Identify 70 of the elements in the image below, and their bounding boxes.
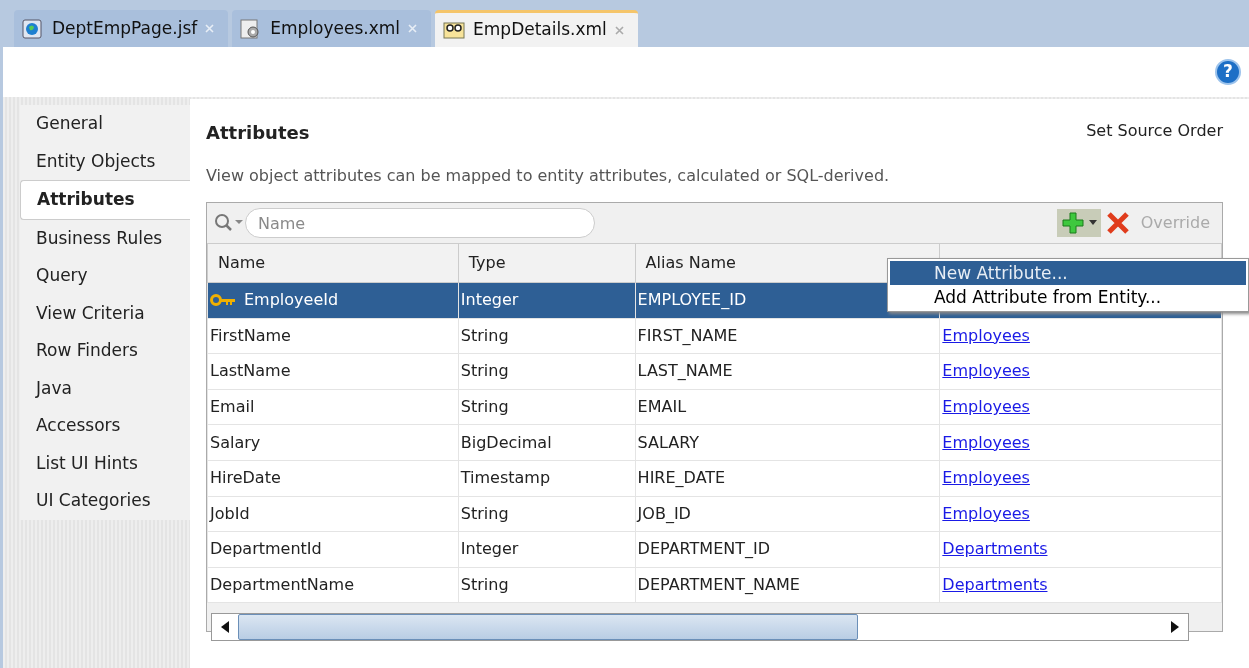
table-cell: Integer: [460, 539, 519, 559]
table-cell-text: EmployeeId: [244, 288, 339, 311]
column-header[interactable]: Type: [458, 243, 636, 283]
menu-item[interactable]: Add Attribute from Entity...: [890, 285, 1246, 310]
editor-tab[interactable]: DeptEmpPage.jsf: [14, 10, 229, 47]
menu-item[interactable]: New Attribute...: [890, 261, 1246, 286]
table-cell: String: [460, 503, 509, 523]
table-cell-text: DepartmentName: [210, 574, 355, 597]
table-cell: EMPLOYEE_ID: [637, 290, 747, 310]
scrollbar-thumb[interactable]: [238, 614, 858, 641]
table-cell: DEPARTMENT_ID: [637, 539, 771, 559]
sidebar-item[interactable]: Query: [20, 257, 190, 295]
add-button[interactable]: [1056, 209, 1101, 237]
table-cell-text: Email: [210, 396, 255, 419]
table-cell: SALARY: [637, 432, 700, 452]
sidebar-item[interactable]: Business Rules: [20, 219, 190, 257]
search-field[interactable]: Name: [245, 208, 595, 238]
table-cell: HIRE_DATE: [637, 468, 726, 488]
tab-label: DeptEmpPage.jsf: [52, 16, 198, 40]
table-cell: Timestamp: [460, 468, 551, 488]
sidebar-item[interactable]: General: [20, 105, 190, 143]
sidebar-item[interactable]: Accessors: [20, 407, 190, 445]
table-cell-text: JobId: [210, 502, 250, 525]
table-cell: EMAIL: [637, 397, 687, 417]
table-cell-text: Salary: [210, 431, 261, 454]
table-cell: BigDecimal: [460, 432, 552, 452]
sidebar-item[interactable]: Entity Objects: [20, 142, 190, 180]
set-source-order-link[interactable]: Set Source Order: [1086, 119, 1223, 146]
table-cell: FIRST_NAME: [637, 325, 738, 345]
table-cell: String: [460, 325, 509, 345]
entity-link[interactable]: Employees: [942, 397, 1030, 417]
table-cell: String: [460, 397, 509, 417]
column-header[interactable]: Name: [207, 243, 459, 283]
table-cell: Integer: [460, 290, 519, 310]
table-cell: String: [460, 575, 509, 595]
glasses-file-icon: [443, 20, 466, 40]
tab-label: EmpDetails.xml: [473, 18, 607, 42]
table-cell-text: HireDate: [210, 467, 281, 490]
table-cell: DEPARTMENT_NAME: [637, 575, 800, 595]
table-cell: String: [460, 361, 509, 381]
sidebar-item[interactable]: UI Categories: [20, 482, 190, 520]
caret-icon: [1088, 220, 1097, 226]
table-cell: LAST_NAME: [637, 361, 733, 381]
table-cell-text: DepartmentId: [210, 538, 322, 561]
close-icon[interactable]: [614, 25, 624, 35]
editor-tab[interactable]: EmpDetails.xml: [435, 10, 638, 47]
plus-icon: [1060, 211, 1085, 235]
sidebar-item[interactable]: Row Finders: [20, 332, 190, 370]
sidebar-item[interactable]: View Criteria: [20, 294, 190, 332]
sidebar-item[interactable]: Java: [20, 369, 190, 407]
section-description: View object attributes can be mapped to entity attributes, calculated or SQL-derived.: [206, 165, 891, 187]
entity-link[interactable]: Employees: [942, 468, 1030, 488]
globe-page-icon: [22, 18, 44, 39]
horizontal-scrollbar[interactable]: [211, 613, 1189, 642]
delete-icon[interactable]: [1104, 210, 1131, 236]
table-cell: JOB_ID: [637, 503, 691, 523]
left-arrow-icon[interactable]: [221, 621, 229, 634]
editor-tab[interactable]: Employees.xml: [232, 10, 432, 47]
sidebar-item[interactable]: Attributes: [20, 180, 190, 220]
table-cell-text: LastName: [210, 360, 291, 383]
entity-link[interactable]: Employees: [942, 361, 1030, 381]
table-cell-text: FirstName: [210, 324, 291, 347]
section-title: Attributes: [206, 121, 310, 145]
entity-link[interactable]: Employees: [942, 432, 1030, 452]
help-button[interactable]: ?: [1215, 59, 1241, 85]
entity-link[interactable]: Employees: [942, 503, 1030, 523]
sidebar-item[interactable]: List UI Hints: [20, 444, 190, 482]
right-arrow-icon[interactable]: [1171, 621, 1179, 634]
entity-link[interactable]: Employees: [942, 325, 1030, 345]
tab-label: Employees.xml: [270, 16, 401, 40]
